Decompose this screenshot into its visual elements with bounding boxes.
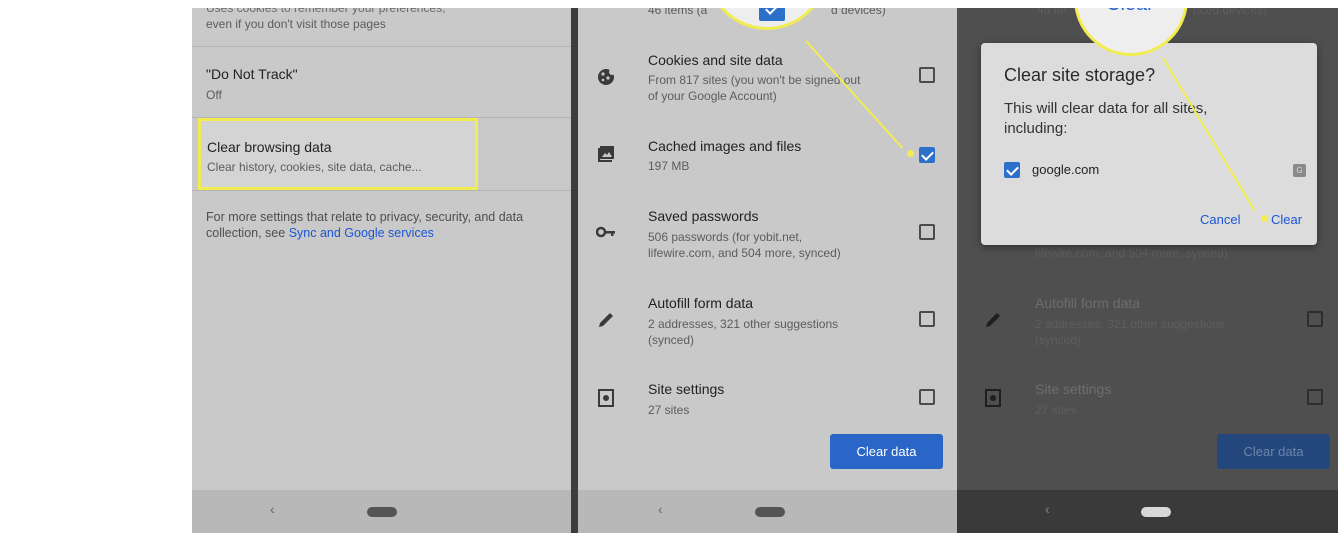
android-nav-bar: ‹ [578,490,957,533]
google-com-checkbox[interactable] [1004,162,1020,178]
cookies-checkbox[interactable] [919,67,935,83]
dialog-title: Clear site storage? [1004,65,1156,85]
divider [192,190,571,191]
autofill-row[interactable]: Autofill form data 2 addresses, 321 othe… [957,288,1338,358]
android-nav-bar: ‹ [957,490,1338,533]
pencil-icon [983,310,1003,330]
autofill-row[interactable]: Autofill form data 2 addresses, 321 othe… [578,288,957,358]
autofill-sub2: (synced) [1035,333,1082,347]
panel-separator [571,0,578,533]
passwords-title: Saved passwords [648,208,759,224]
clear-button[interactable]: Clear [1271,212,1302,227]
clear-site-storage-dialog: Clear site storage? This will clear data… [981,43,1317,245]
autofill-sub2: (synced) [648,333,695,347]
cached-checkbox[interactable] [919,147,935,163]
cached-images-row[interactable]: Cached images and files 197 MB [578,130,957,180]
cookie-icon [596,67,616,87]
android-nav-bar: ‹ [192,490,571,533]
settings-icon [596,388,616,408]
footer-text-line2: collection, see Sync and Google services [206,225,434,241]
home-pill-icon[interactable] [755,507,785,517]
passwords-checkbox[interactable] [919,224,935,240]
settings-icon [983,388,1003,408]
site-settings-row[interactable]: Site settings 27 sites [578,374,957,424]
site-settings-row[interactable]: Site settings 27 sites [957,374,1338,424]
clear-data-button[interactable]: Clear data [1217,434,1330,469]
site-settings-checkbox[interactable] [1307,389,1323,405]
autofill-checkbox[interactable] [1307,311,1323,327]
cookies-site-data-row[interactable]: Cookies and site data From 817 sites (yo… [578,48,957,118]
callout-dot [907,150,914,157]
dialog-body-line1: This will clear data for all sites, [1004,100,1208,117]
dialog-body-line2: including: [1004,120,1068,137]
pencil-icon [596,310,616,330]
do-not-track-value: Off [206,88,222,102]
sync-google-services-link[interactable]: Sync and Google services [289,226,434,240]
footer-text-line1: For more settings that relate to privacy… [206,210,524,224]
image-icon [596,144,616,164]
site-settings-checkbox[interactable] [919,389,935,405]
cookies-title: Cookies and site data [648,52,783,68]
cookies-sub1: From 817 sites (you won't be signed out [648,73,861,87]
home-pill-icon[interactable] [1141,507,1171,517]
site-settings-sub: 27 sites [648,403,690,417]
autofill-title: Autofill form data [1035,295,1141,311]
cancel-button[interactable]: Cancel [1200,212,1240,227]
passwords-sub2: lifewire.com, and 504 more, synced) [648,246,841,260]
back-icon[interactable]: ‹ [658,501,663,517]
passwords-sub1: 506 passwords (for yobit.net, [648,230,803,244]
top-edge [0,0,1338,8]
site-settings-title: Site settings [1035,381,1112,397]
site-favicon-icon: G [1293,164,1306,177]
autofill-title: Autofill form data [648,295,754,311]
clear-browsing-data-subtitle: Clear history, cookies, site data, cache… [207,160,422,174]
passwords-sub2-behind: lifewire.com, and 504 more, synced) [1035,246,1228,260]
cookies-description-line2: even if you don't visit those pages [206,17,386,31]
callout-dot [1261,215,1268,222]
site-settings-sub: 27 sites [1035,403,1077,417]
clear-data-button[interactable]: Clear data [830,434,943,469]
autofill-sub1: 2 addresses, 321 other suggestions [648,317,839,331]
cached-size: 197 MB [648,159,690,173]
saved-passwords-row[interactable]: Saved passwords 506 passwords (for yobit… [578,200,957,270]
clear-browsing-data-panel: 46 items (a d devices) Cookies and site … [578,0,957,533]
screenshot-stage: Uses cookies to remember your preference… [0,0,1338,533]
home-pill-icon[interactable] [367,507,397,517]
cookies-sub2: of your Google Account) [648,89,777,103]
key-icon [596,222,616,242]
site-name: google.com [1032,162,1100,177]
autofill-sub1: 2 addresses, 321 other suggestions [1035,317,1226,331]
autofill-checkbox[interactable] [919,311,935,327]
site-settings-title: Site settings [648,381,725,397]
clear-browsing-data-item[interactable]: Clear browsing data Clear history, cooki… [198,118,478,190]
back-icon[interactable]: ‹ [1045,501,1050,517]
cached-title: Cached images and files [648,138,802,154]
privacy-settings-panel: Uses cookies to remember your preference… [192,0,571,533]
footer-text-prefix: collection, see [206,226,289,240]
clear-browsing-data-title: Clear browsing data [207,139,332,155]
do-not-track-item[interactable]: "Do Not Track" Off [192,47,571,117]
back-icon[interactable]: ‹ [270,501,275,517]
do-not-track-title: "Do Not Track" [206,66,298,82]
